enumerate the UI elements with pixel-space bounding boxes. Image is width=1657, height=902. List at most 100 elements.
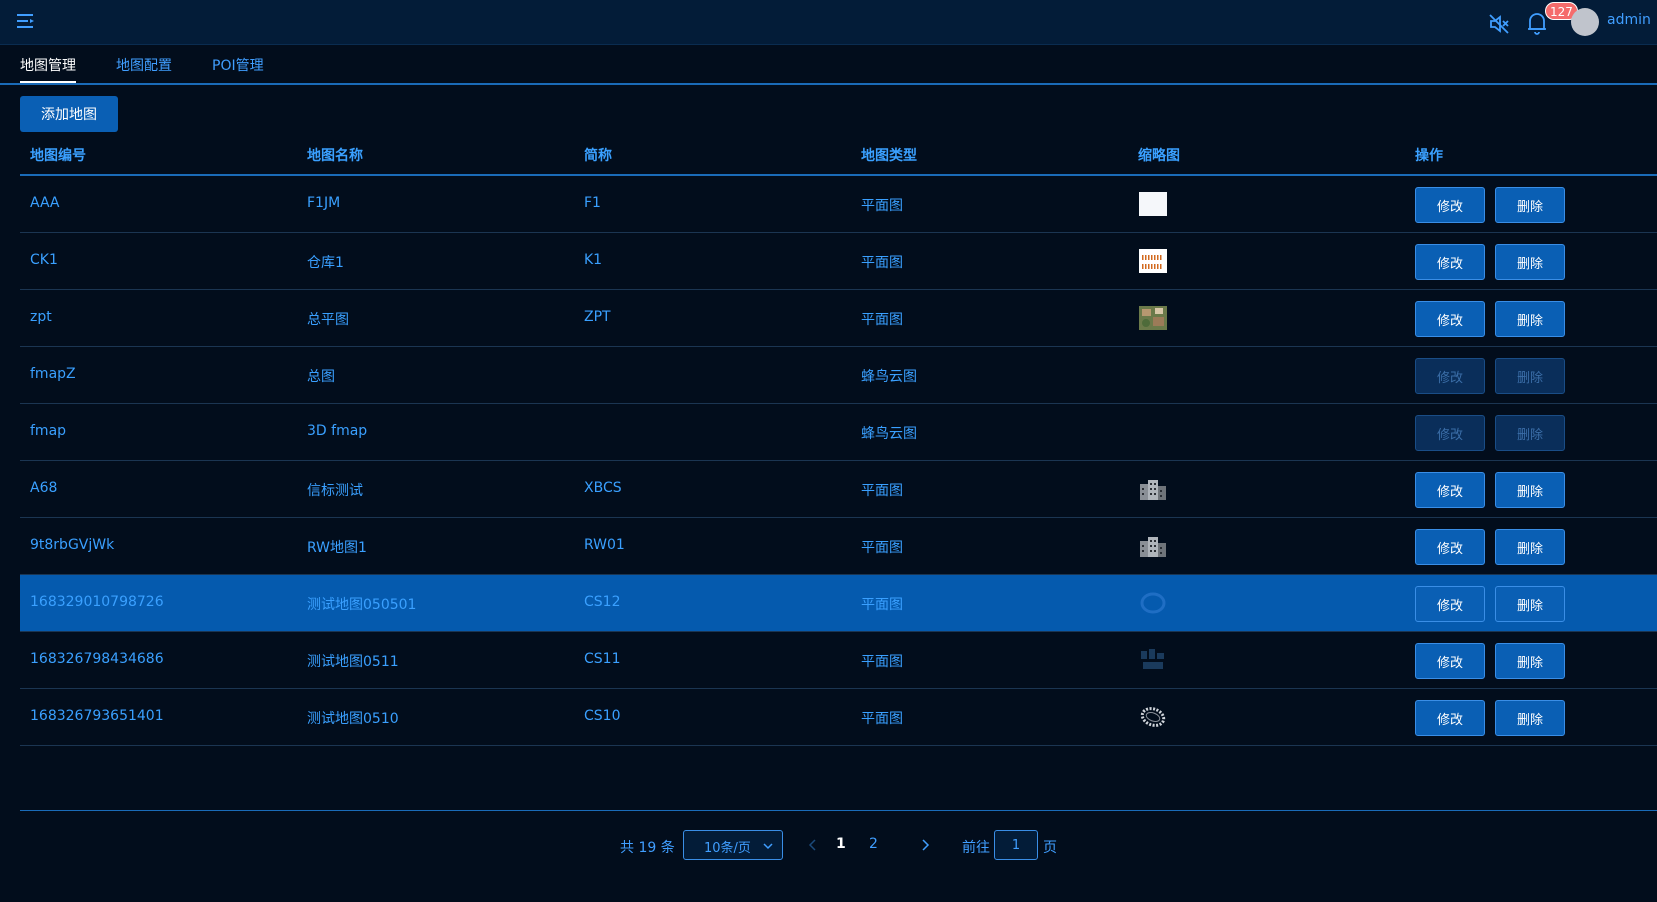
thumbnail-image [1138, 647, 1168, 673]
chevron-down-icon [763, 843, 773, 850]
map-table: 地图编号 地图名称 简称 地图类型 缩略图 操作 AAA F1JM F1 平面图 修改删… [20, 134, 1657, 746]
page-size-select[interactable]: 10条/页 [683, 830, 783, 860]
map-id-cell: 168329010798726 [30, 594, 164, 610]
tab-map-management[interactable]: 地图管理 [20, 55, 76, 75]
goto-page-input[interactable] [994, 830, 1038, 860]
table-header: 地图编号 地图名称 简称 地图类型 缩略图 操作 [20, 134, 1657, 176]
speaker-mute-icon[interactable] [1487, 12, 1511, 36]
tab-bar: 地图管理 地图配置 POI管理 [0, 45, 1657, 85]
map-type-cell: 蜂鸟云图 [861, 426, 917, 442]
short-name-cell: CS12 [584, 594, 621, 610]
delete-button[interactable]: 删除 [1495, 472, 1565, 508]
map-name-cell: RW地图1 [307, 540, 367, 556]
edit-button[interactable]: 修改 [1415, 643, 1485, 679]
map-name-cell: 测试地图050501 [307, 597, 417, 613]
short-name-cell: XBCS [584, 480, 622, 496]
map-id-cell: fmapZ [30, 366, 76, 382]
goto-suffix: 页 [1043, 840, 1057, 856]
table-row[interactable]: 168326793651401 测试地图0510 CS10 平面图 修改 删除 [20, 689, 1657, 746]
delete-button[interactable]: 删除 [1495, 586, 1565, 622]
delete-button[interactable]: 删除 [1495, 358, 1565, 394]
map-id-cell: AAA [30, 195, 60, 211]
short-name-cell: K1 [584, 252, 603, 268]
tab-poi-management[interactable]: POI管理 [212, 55, 264, 75]
map-name-cell: 总图 [307, 369, 335, 385]
thumbnail-image [1138, 476, 1168, 502]
map-id-cell: A68 [30, 480, 58, 496]
chevron-left-icon[interactable] [806, 838, 820, 852]
column-header-map-name: 地图名称 [307, 148, 363, 164]
column-header-map-type: 地图类型 [861, 148, 917, 164]
table-body: AAA F1JM F1 平面图 修改 删除 CK1 仓库1 K1 平面图 修改 删除 zpt 总平图 ZPT… [20, 176, 1657, 746]
delete-button[interactable]: 删除 [1495, 529, 1565, 565]
menu-fold-icon[interactable] [16, 11, 36, 31]
column-header-thumbnail: 缩略图 [1138, 148, 1180, 164]
thumbnail-image [1138, 704, 1168, 730]
page-1[interactable]: 1 [836, 836, 846, 852]
thumbnail-image [1138, 305, 1168, 331]
thumbnail-image [1138, 533, 1168, 559]
map-id-cell: CK1 [30, 252, 58, 268]
pagination: 共 19 条 10条/页 1 2 前往 页 [0, 830, 1657, 862]
map-name-cell: 信标测试 [307, 483, 363, 499]
chevron-right-icon[interactable] [918, 838, 932, 852]
edit-button[interactable]: 修改 [1415, 187, 1485, 223]
delete-button[interactable]: 删除 [1495, 301, 1565, 337]
table-row[interactable]: fmap 3D fmap 蜂鸟云图 修改 删除 [20, 404, 1657, 461]
delete-button[interactable]: 删除 [1495, 700, 1565, 736]
table-row[interactable]: 168329010798726 测试地图050501 CS12 平面图 修改 删除 [20, 575, 1657, 632]
map-type-cell: 平面图 [861, 540, 903, 556]
map-type-cell: 平面图 [861, 597, 903, 613]
username[interactable]: admin [1607, 12, 1651, 28]
top-bar: 127 admin [0, 0, 1657, 45]
page-2[interactable]: 2 [869, 836, 878, 852]
table-row[interactable]: CK1 仓库1 K1 平面图 修改 删除 [20, 233, 1657, 290]
tab-map-config[interactable]: 地图配置 [116, 55, 172, 75]
short-name-cell: F1 [584, 195, 601, 211]
delete-button[interactable]: 删除 [1495, 415, 1565, 451]
add-map-button[interactable]: 添加地图 [20, 96, 118, 132]
edit-button[interactable]: 修改 [1415, 700, 1485, 736]
goto-label: 前往 [962, 840, 990, 856]
edit-button[interactable]: 修改 [1415, 358, 1485, 394]
map-id-cell: fmap [30, 423, 67, 439]
map-type-cell: 蜂鸟云图 [861, 369, 917, 385]
table-row[interactable]: AAA F1JM F1 平面图 修改 删除 [20, 176, 1657, 233]
map-id-cell: 168326793651401 [30, 708, 164, 724]
table-row[interactable]: A68 信标测试 XBCS 平面图 修改 删除 [20, 461, 1657, 518]
map-id-cell: zpt [30, 309, 52, 325]
edit-button[interactable]: 修改 [1415, 415, 1485, 451]
map-name-cell: 测试地图0511 [307, 654, 399, 670]
table-row[interactable]: 168326798434686 测试地图0511 CS11 平面图 修改 删除 [20, 632, 1657, 689]
delete-button[interactable]: 删除 [1495, 244, 1565, 280]
map-type-cell: 平面图 [861, 483, 903, 499]
short-name-cell: CS11 [584, 651, 621, 667]
table-bottom-border [20, 810, 1657, 811]
column-header-map-id: 地图编号 [30, 148, 86, 164]
table-row[interactable]: zpt 总平图 ZPT 平面图 修改 删除 [20, 290, 1657, 347]
table-row[interactable]: fmapZ 总图 蜂鸟云图 修改 删除 [20, 347, 1657, 404]
edit-button[interactable]: 修改 [1415, 244, 1485, 280]
edit-button[interactable]: 修改 [1415, 586, 1485, 622]
delete-button[interactable]: 删除 [1495, 187, 1565, 223]
map-type-cell: 平面图 [861, 654, 903, 670]
edit-button[interactable]: 修改 [1415, 529, 1485, 565]
map-name-cell: 测试地图0510 [307, 711, 399, 727]
edit-button[interactable]: 修改 [1415, 301, 1485, 337]
edit-button[interactable]: 修改 [1415, 472, 1485, 508]
thumbnail-image [1138, 248, 1168, 274]
map-type-cell: 平面图 [861, 711, 903, 727]
map-name-cell: 总平图 [307, 312, 349, 328]
table-row[interactable]: 9t8rbGVjWk RW地图1 RW01 平面图 修改 删除 [20, 518, 1657, 575]
map-type-cell: 平面图 [861, 255, 903, 271]
map-id-cell: 9t8rbGVjWk [30, 537, 115, 553]
map-id-cell: 168326798434686 [30, 651, 164, 667]
active-tab-indicator [20, 81, 76, 83]
column-header-short-name: 简称 [584, 148, 612, 164]
map-type-cell: 平面图 [861, 312, 903, 328]
short-name-cell: CS10 [584, 708, 621, 724]
column-header-actions: 操作 [1415, 148, 1443, 164]
thumbnail-image [1138, 590, 1168, 616]
avatar[interactable] [1571, 8, 1599, 36]
delete-button[interactable]: 删除 [1495, 643, 1565, 679]
